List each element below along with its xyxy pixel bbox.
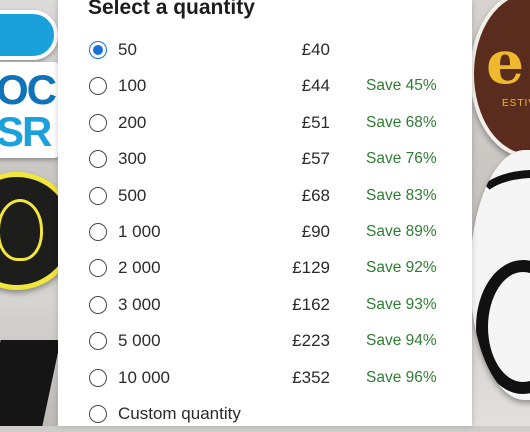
quantity-option[interactable]: 500 £68 Save 83% <box>58 178 472 214</box>
quantity-label: 100 <box>118 76 147 96</box>
quantity-radio[interactable] <box>89 41 107 59</box>
savings-label: Save 45% <box>366 77 437 95</box>
quantity-panel: Select a quantity 50 £40 100 £44 Save 45% 200… <box>58 0 472 426</box>
section-title: Select a quantity <box>88 0 255 19</box>
text-sticker: OC SR <box>0 62 60 158</box>
quantity-option[interactable]: 300 £57 Save 76% <box>58 141 472 177</box>
quantity-radio[interactable] <box>89 295 107 314</box>
quantity-price: £129 <box>292 258 330 278</box>
quantity-label: 2 000 <box>118 258 161 278</box>
quantity-price: £223 <box>292 331 330 351</box>
sticker-letters-top: OC <box>0 66 57 113</box>
savings-label: Save 89% <box>366 222 437 240</box>
quantity-option[interactable]: 100 £44 Save 45% <box>58 68 472 104</box>
quantity-price: £352 <box>292 367 330 387</box>
quantity-price: £57 <box>301 149 330 169</box>
savings-label: Save 96% <box>366 368 437 386</box>
quantity-option[interactable]: 2 000 £129 Save 92% <box>58 250 472 286</box>
festival-sticker-text: ESTIVAL <box>502 98 530 109</box>
quantity-radio[interactable] <box>89 186 107 205</box>
quantity-label: 3 000 <box>118 294 161 314</box>
quantity-option[interactable]: Custom quantity <box>58 396 472 432</box>
quantity-radio[interactable] <box>89 404 107 423</box>
sticker-letters-bottom: SR <box>0 108 52 155</box>
quantity-option[interactable]: 3 000 £162 Save 93% <box>58 287 472 323</box>
quantity-price: £68 <box>301 185 330 205</box>
quantity-radio[interactable] <box>89 368 107 387</box>
quantity-label: 5 000 <box>118 331 161 351</box>
blue-sticker <box>0 10 58 60</box>
quantity-price: £51 <box>301 112 330 132</box>
quantity-price: £44 <box>301 76 330 96</box>
savings-label: Save 92% <box>366 259 437 277</box>
quantity-option[interactable]: 5 000 £223 Save 94% <box>58 323 472 359</box>
quantity-radio[interactable] <box>89 332 107 351</box>
quantity-option[interactable]: 200 £51 Save 68% <box>58 105 472 141</box>
quantity-options: 50 £40 100 £44 Save 45% 200 £51 Save 68% 300 £57 S… <box>58 32 472 432</box>
quantity-radio[interactable] <box>89 77 107 96</box>
quantity-price: £90 <box>301 221 330 241</box>
quantity-label: 50 <box>118 40 137 59</box>
quantity-price: £162 <box>292 294 330 314</box>
savings-label: Save 68% <box>366 113 437 131</box>
quantity-label: Custom quantity <box>118 403 241 423</box>
savings-label: Save 76% <box>366 150 437 168</box>
quantity-label: 300 <box>118 149 147 169</box>
quantity-label: 1 000 <box>118 221 161 241</box>
savings-label: Save 83% <box>366 186 437 204</box>
quantity-price: £40 <box>301 40 330 59</box>
quantity-radio[interactable] <box>89 259 107 278</box>
quantity-label: 500 <box>118 185 147 205</box>
quantity-option[interactable]: 50 £40 <box>58 32 472 68</box>
quantity-option[interactable]: 10 000 £352 Save 96% <box>58 360 472 396</box>
quantity-label: 200 <box>118 112 147 132</box>
festival-sticker-letter: e <box>486 28 525 98</box>
savings-label: Save 93% <box>366 295 437 313</box>
quantity-option[interactable]: 1 000 £90 Save 89% <box>58 214 472 250</box>
savings-label: Save 94% <box>366 332 437 350</box>
quantity-radio[interactable] <box>89 113 107 132</box>
hops-icon <box>0 199 43 261</box>
quantity-radio[interactable] <box>89 150 107 169</box>
quantity-radio[interactable] <box>89 222 107 241</box>
quantity-label: 10 000 <box>118 367 170 387</box>
